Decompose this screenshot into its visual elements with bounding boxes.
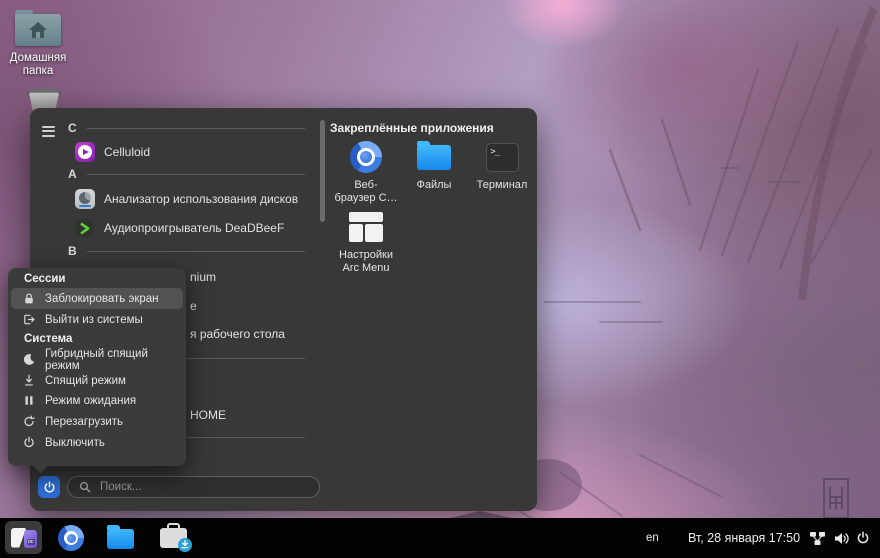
- pinned-app-label-line2: браузер C…: [334, 191, 398, 204]
- section-divider: [87, 173, 305, 175]
- app-list-item-clipped-2[interactable]: e: [190, 295, 197, 317]
- taskbar-files-button[interactable]: [107, 524, 134, 549]
- taskbar-clock[interactable]: Вт, 28 января 17:50: [688, 518, 800, 558]
- menu-item-shutdown[interactable]: Выключить: [11, 432, 183, 453]
- menu-item-sleep[interactable]: Спящий режим: [11, 370, 183, 391]
- pinned-app-label: Файлы: [416, 179, 452, 191]
- session-power-button[interactable]: [38, 476, 60, 498]
- search-icon: [79, 481, 91, 493]
- home-folder-icon: [15, 10, 61, 46]
- pinned-app-arcmenu-settings[interactable]: Настройки Arc Menu: [332, 208, 400, 274]
- menu-item-label: Выйти из системы: [45, 313, 143, 326]
- moon-icon: [23, 354, 35, 365]
- network-tray-icon[interactable]: [808, 530, 826, 546]
- taskbar-software-center-button[interactable]: [160, 522, 192, 552]
- pinned-apps-title: Закреплённые приложения: [330, 121, 494, 135]
- lock-icon: [25, 293, 33, 304]
- pinned-app-label-line1: Настройки: [339, 249, 393, 261]
- app-list-item-disk-analyzer[interactable]: Анализатор использования дисков: [68, 187, 298, 211]
- section-divider: [87, 250, 305, 252]
- home-glyph-icon: [29, 22, 47, 38]
- section-divider: [87, 127, 305, 129]
- chromium-icon: [58, 525, 84, 551]
- app-label: Celluloid: [104, 145, 151, 159]
- app-list-letter-c: C: [68, 121, 77, 135]
- menu-item-label: Заблокировать экран: [45, 292, 159, 305]
- celluloid-icon: [75, 142, 95, 162]
- menu-item-hybrid-sleep[interactable]: Гибридный спящий режим: [11, 347, 183, 372]
- session-popup-menu: Сессии Заблокировать экран Выйти из сист…: [8, 268, 186, 474]
- power-tray-icon[interactable]: [855, 530, 871, 546]
- taskbar: ос en Вт, 28 января 17:50: [0, 518, 880, 558]
- pause-icon: [25, 396, 33, 405]
- hamburger-menu-button[interactable]: [35, 121, 63, 145]
- app-list-letter-b: B: [68, 244, 77, 258]
- os-logo-icon: ос: [10, 527, 37, 548]
- menu-item-standby[interactable]: Режим ожидания: [11, 390, 183, 411]
- app-label: Анализатор использования дисков: [104, 192, 299, 206]
- terminal-icon: >_: [485, 142, 519, 172]
- app-list-item-celluloid[interactable]: Celluloid: [68, 140, 150, 164]
- software-bag-icon: [160, 522, 192, 552]
- keyboard-layout-indicator[interactable]: en: [646, 518, 659, 558]
- menu-item-label: Гибридный спящий режим: [45, 347, 148, 372]
- pinned-app-web-browser[interactable]: Веб- браузер C…: [332, 138, 400, 204]
- power-icon: [43, 480, 55, 492]
- menu-item-label: Перезагрузить: [45, 415, 124, 428]
- files-folder-icon: [107, 524, 134, 549]
- volume-tray-icon[interactable]: [833, 530, 850, 546]
- files-folder-icon: [417, 140, 451, 170]
- taskbar-app-menu-button[interactable]: ос: [5, 521, 42, 554]
- taskbar-chromium-button[interactable]: [58, 525, 84, 551]
- search-field[interactable]: [67, 476, 320, 498]
- menu-item-restart[interactable]: Перезагрузить: [11, 411, 183, 432]
- logout-icon: [24, 314, 35, 325]
- deadbeef-icon: [75, 218, 95, 238]
- app-list-item-clipped-4[interactable]: HOME: [190, 404, 226, 426]
- desktop-icon-home-folder[interactable]: Домашняя папка: [0, 10, 76, 78]
- home-folder-label-line2: папка: [22, 65, 54, 77]
- pinned-apps-scrollbar[interactable]: [320, 120, 325, 222]
- power-icon: [24, 436, 34, 448]
- app-list-item-clipped-3[interactable]: я рабочего стола: [190, 323, 285, 345]
- menu-item-lock-screen[interactable]: Заблокировать экран: [11, 288, 183, 309]
- menu-item-label: Спящий режим: [45, 374, 126, 387]
- updates-badge-icon: [178, 537, 192, 552]
- pinned-app-files[interactable]: Файлы: [400, 138, 468, 192]
- menu-item-label: Режим ожидания: [45, 394, 137, 407]
- search-input[interactable]: [98, 480, 311, 494]
- menu-item-label: Выключить: [45, 436, 105, 449]
- desktop-wallpaper: Домашняя папка C Celluloid A Анализатор …: [0, 0, 880, 558]
- pinned-app-terminal[interactable]: >_ Терминал: [468, 138, 536, 192]
- chromium-icon: [350, 141, 382, 173]
- popup-header-sessions: Сессии: [24, 273, 66, 285]
- arc-menu-settings-icon: [349, 212, 383, 242]
- artist-stamp: [823, 478, 849, 519]
- disk-analyzer-icon: [75, 189, 95, 209]
- pinned-app-label-line1: Веб-: [354, 179, 378, 191]
- app-list-item-deadbeef[interactable]: Аудиопроигрыватель DeaDBeeF: [68, 216, 284, 240]
- menu-item-logout[interactable]: Выйти из системы: [11, 309, 183, 330]
- popup-header-system: Система: [24, 333, 73, 345]
- app-list-letter-a: A: [68, 167, 77, 181]
- suspend-arrow-icon: [25, 374, 33, 386]
- app-list-item-clipped-1[interactable]: nium: [190, 266, 216, 288]
- restart-icon: [24, 415, 35, 427]
- pinned-app-label-line2: Arc Menu: [342, 261, 390, 274]
- pinned-app-label: Терминал: [476, 179, 528, 191]
- home-folder-label-line1: Домашняя: [9, 52, 67, 64]
- os-logo-text: ос: [26, 538, 35, 545]
- app-label: Аудиопроигрыватель DeaDBeeF: [104, 221, 285, 235]
